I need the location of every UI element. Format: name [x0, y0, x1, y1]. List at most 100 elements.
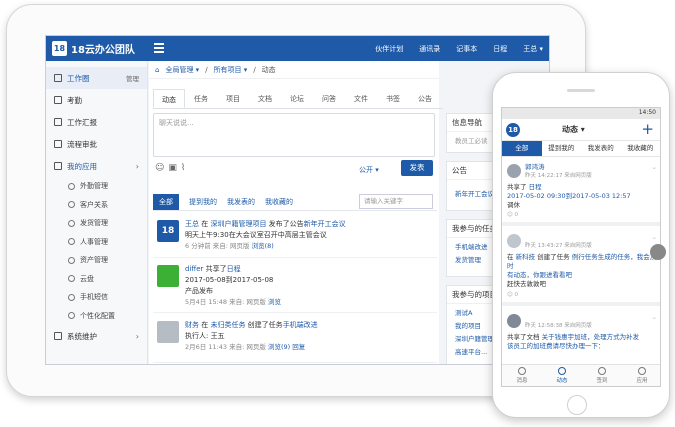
feed-item: differ 共享了日程 2017-05-08到2017-05-08 产品发布 …: [153, 261, 437, 313]
comment-count[interactable]: ☺ 0: [507, 211, 518, 220]
manage-link[interactable]: 管理: [126, 73, 139, 83]
bottom-tab-messages[interactable]: 消息: [502, 365, 542, 386]
attach-icon[interactable]: ⌇: [181, 163, 185, 173]
nav-contacts[interactable]: 通讯录: [419, 44, 440, 54]
filter-mentions[interactable]: 提到我的: [189, 197, 217, 207]
post-time: 昨天 12:58:38 来自网页版: [525, 323, 592, 329]
tab-docs[interactable]: 文档: [249, 89, 281, 108]
status-time: 14:50: [638, 109, 656, 116]
mobile-app-screen: 14:50 18 动态 ▾ + 全部 提到我的 我发表的 我收藏的 郭鸿涛 昨天…: [501, 107, 661, 387]
nav-calendar[interactable]: 日程: [493, 44, 507, 54]
project-link[interactable]: 深圳户籍管理项目: [210, 220, 266, 228]
author-name[interactable]: 郭鸿涛: [525, 163, 545, 172]
post-composer[interactable]: 聊天说说...: [153, 113, 435, 157]
tab-qa[interactable]: 问答: [313, 89, 345, 108]
chevron-down-icon[interactable]: ⌄: [652, 233, 657, 242]
chevron-down-icon[interactable]: ⌄: [652, 313, 657, 322]
sidebar-item-label: 工作汇报: [67, 117, 97, 127]
chevron-down-icon[interactable]: ⌄: [652, 163, 657, 172]
post-text: 共享了: [507, 183, 529, 191]
mobile-title[interactable]: 动态 ▾: [562, 124, 585, 135]
item-link[interactable]: 手机端改进: [283, 321, 318, 329]
wechat-avatar[interactable]: [157, 265, 179, 287]
emoji-icon[interactable]: ☺: [155, 163, 164, 173]
mobile-tab-mine[interactable]: 我发表的: [581, 141, 621, 156]
sidebar-subitem-cloud[interactable]: 云盘: [46, 270, 147, 289]
post-link[interactable]: 新科技: [516, 253, 536, 261]
project-link[interactable]: 未归类任务: [210, 321, 245, 329]
bottom-tab-apps[interactable]: 应用: [622, 365, 660, 386]
post-time: 昨天 13:43:27 来自网页版: [525, 243, 592, 249]
sidebar-subitem-crm[interactable]: 客户关系: [46, 196, 147, 215]
crumb-global[interactable]: 全局管理 ▾: [165, 65, 199, 75]
feed-text: differ 共享了日程 2017-05-08到2017-05-08 产品发布 …: [185, 264, 435, 308]
crumb-projects[interactable]: 所有项目 ▾: [214, 65, 248, 75]
menu-toggle-icon[interactable]: [154, 43, 164, 53]
home-icon[interactable]: ⌂: [155, 66, 159, 74]
tab-files[interactable]: 文件: [345, 89, 377, 108]
view-link[interactable]: 浏览: [268, 298, 281, 306]
user-menu[interactable]: 王总 ▾: [523, 44, 543, 54]
mobile-tab-mentions[interactable]: 提到我的: [542, 141, 582, 156]
item-link[interactable]: 日程: [227, 265, 241, 273]
sidebar-subitem-shipping[interactable]: 发货管理: [46, 214, 147, 233]
floating-action-icon[interactable]: [650, 244, 666, 260]
sidebar-subitem-hr[interactable]: 人事管理: [46, 233, 147, 252]
author-link[interactable]: 财务: [185, 321, 199, 329]
avatar[interactable]: [507, 164, 521, 178]
tab-activity[interactable]: 动态: [153, 89, 185, 108]
add-icon[interactable]: +: [641, 120, 654, 138]
sidebar-item-my-apps[interactable]: 我的应用 ›: [46, 155, 147, 177]
tab-tasks[interactable]: 任务: [185, 89, 217, 108]
tab-projects[interactable]: 项目: [217, 89, 249, 108]
attendance-icon: [54, 96, 62, 104]
mobile-tab-favorites[interactable]: 我收藏的: [621, 141, 661, 156]
sidebar-subitem-sms[interactable]: 手机短信: [46, 288, 147, 307]
item-link[interactable]: 新年开工会议: [304, 220, 346, 228]
mobile-feed-item: 昨天 12:58:38 来自网页版 ⌄ 共享了文档 关于钱惠宇加班，处理方式为补…: [502, 310, 660, 368]
filter-mine[interactable]: 我发表的: [227, 197, 255, 207]
comment-count[interactable]: ☺ 0: [507, 291, 518, 300]
nav-notes[interactable]: 记事本: [456, 44, 477, 54]
sidebar-subitem-field[interactable]: 外勤管理: [46, 177, 147, 196]
post-link[interactable]: 关于钱惠宇加班，处理方式为补发: [542, 333, 640, 341]
avatar[interactable]: 18: [157, 220, 179, 242]
publish-button[interactable]: 发表: [401, 160, 433, 176]
sidebar-item-report[interactable]: 工作汇报: [46, 111, 147, 133]
avatar[interactable]: [507, 234, 521, 248]
mobile-tab-all[interactable]: 全部: [502, 141, 542, 156]
bottom-tab-checkin[interactable]: 签到: [582, 365, 622, 386]
image-icon[interactable]: ▣: [168, 163, 177, 173]
avatar[interactable]: [157, 321, 179, 343]
sidebar-item-workcircle[interactable]: 工作圈 管理: [46, 67, 147, 89]
post-link[interactable]: 该员工的加班费请尽快办理一下：: [507, 342, 657, 351]
sidebar-subitem-assets[interactable]: 资产管理: [46, 251, 147, 270]
sidebar-item-attendance[interactable]: 考勤: [46, 89, 147, 111]
post-link[interactable]: 日程: [529, 183, 542, 191]
view-count-link[interactable]: 浏览(8): [252, 242, 274, 250]
brand[interactable]: 18 18云办公团队: [52, 41, 135, 56]
apps-icon: [638, 367, 646, 375]
sidebar-subitem-custom[interactable]: 个性化配置: [46, 307, 147, 326]
search-input[interactable]: 请输入关键字: [359, 194, 433, 209]
visibility-select[interactable]: 公开 ▾: [359, 165, 379, 175]
bottom-tab-activity[interactable]: 动态: [542, 365, 582, 386]
author-link[interactable]: 王总: [185, 220, 199, 228]
sidebar: 工作圈 管理 考勤 工作汇报 流程审批 我的应用 › 外勤管理 客户关系 发货管…: [46, 61, 148, 364]
tab-notices[interactable]: 公告: [409, 89, 441, 108]
avatar[interactable]: [507, 314, 521, 328]
view-reply-link[interactable]: 浏览(9) 回复: [268, 343, 305, 351]
sidebar-item-system[interactable]: 系统维护 ›: [46, 325, 147, 347]
filter-favorites[interactable]: 我收藏的: [265, 197, 293, 207]
filter-all[interactable]: 全部: [153, 193, 179, 210]
tab-bookmarks[interactable]: 书签: [377, 89, 409, 108]
mobile-logo[interactable]: 18: [506, 123, 520, 137]
sidebar-item-approval[interactable]: 流程审批: [46, 133, 147, 155]
tab-forum[interactable]: 论坛: [281, 89, 313, 108]
cloud-icon: [68, 275, 75, 283]
home-button[interactable]: [567, 395, 587, 415]
author-link[interactable]: differ: [185, 265, 203, 273]
breadcrumb: ⌂ 全局管理 ▾ / 所有项目 ▾ / 动态: [149, 61, 439, 79]
nav-partner[interactable]: 伙伴计划: [375, 44, 403, 54]
feed-connector: 在: [199, 220, 211, 228]
